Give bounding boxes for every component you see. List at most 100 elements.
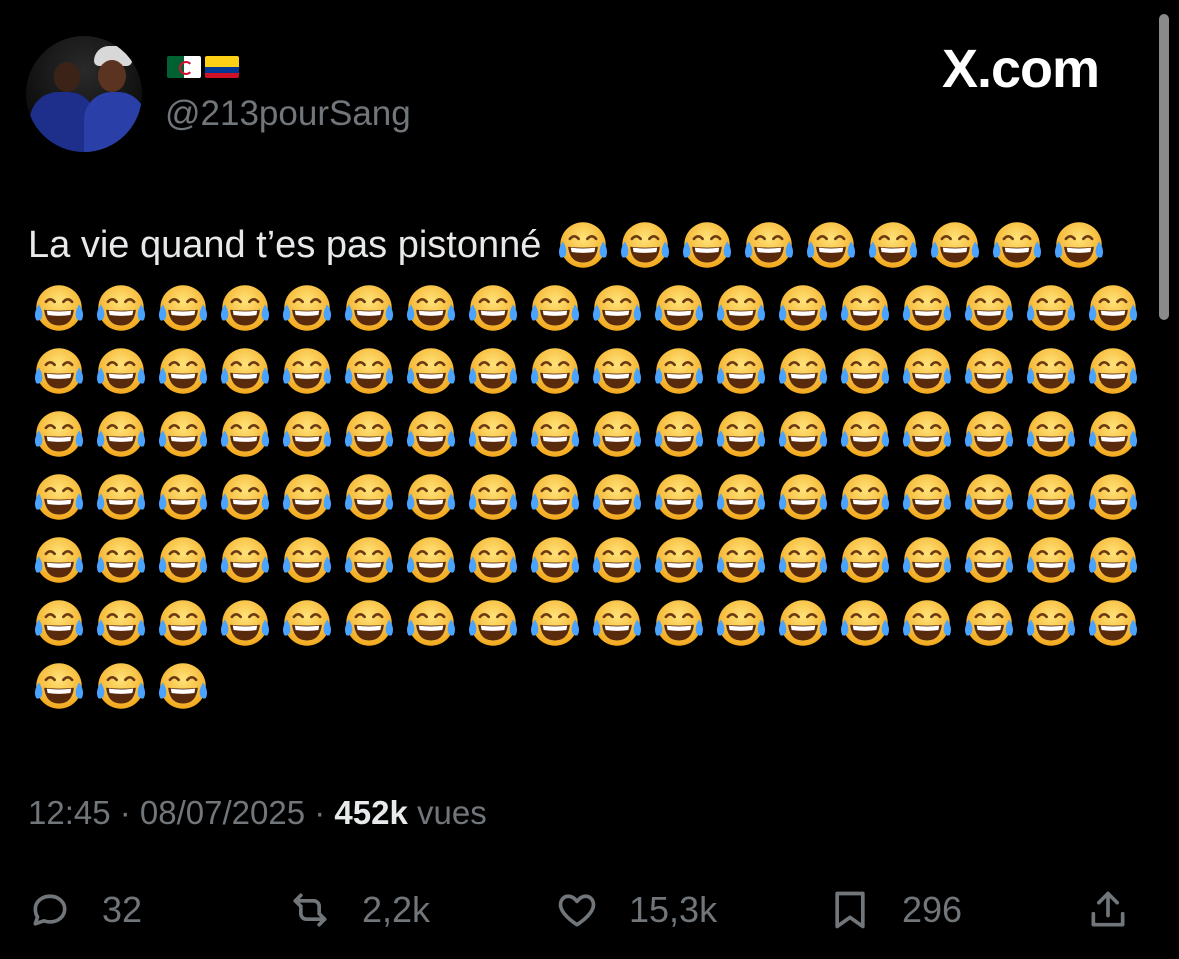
repost-button[interactable]: 2,2k xyxy=(288,880,430,940)
user-handle[interactable]: @213pourSang xyxy=(165,94,411,134)
face-with-tears-of-joy-icon xyxy=(902,600,952,646)
face-with-tears-of-joy-icon xyxy=(654,285,704,331)
reply-icon xyxy=(33,894,67,926)
face-with-tears-of-joy-icon xyxy=(468,411,518,457)
face-with-tears-of-joy-icon xyxy=(34,411,84,457)
face-with-tears-of-joy-icon xyxy=(468,474,518,520)
face-with-tears-of-joy-icon xyxy=(96,474,146,520)
face-with-tears-of-joy-icon xyxy=(158,474,208,520)
face-with-tears-of-joy-icon xyxy=(1054,222,1103,268)
face-with-tears-of-joy-icon xyxy=(220,348,270,394)
face-with-tears-of-joy-icon xyxy=(34,600,84,646)
face-with-tears-of-joy-icon xyxy=(1088,537,1138,583)
face-with-tears-of-joy-icon xyxy=(344,600,394,646)
face-with-tears-of-joy-icon xyxy=(902,285,952,331)
face-with-tears-of-joy-icon xyxy=(592,600,642,646)
face-with-tears-of-joy-icon xyxy=(592,474,642,520)
face-with-tears-of-joy-icon xyxy=(530,285,580,331)
bookmark-button[interactable]: 296 xyxy=(828,880,962,940)
avatar[interactable] xyxy=(26,36,142,152)
algeria-flag-icon xyxy=(167,56,201,78)
face-with-tears-of-joy-icon xyxy=(840,411,890,457)
face-with-tears-of-joy-icon xyxy=(406,537,456,583)
face-with-tears-of-joy-icon xyxy=(964,348,1014,394)
face-with-tears-of-joy-icon xyxy=(34,537,84,583)
bookmark-count: 296 xyxy=(902,889,963,930)
tweet-text: La vie quand t’es pas pistonné xyxy=(28,214,1163,718)
face-with-tears-of-joy-icon xyxy=(282,285,332,331)
face-with-tears-of-joy-icon xyxy=(96,411,146,457)
face-with-tears-of-joy-icon xyxy=(220,474,270,520)
x-logo: X.com xyxy=(942,39,1100,99)
face-with-tears-of-joy-icon xyxy=(96,348,146,394)
face-with-tears-of-joy-icon xyxy=(1026,411,1076,457)
face-with-tears-of-joy-icon xyxy=(220,285,270,331)
face-with-tears-of-joy-icon xyxy=(716,537,766,583)
face-with-tears-of-joy-icon xyxy=(840,474,890,520)
face-with-tears-of-joy-icon xyxy=(344,537,394,583)
face-with-tears-of-joy-icon xyxy=(34,663,84,709)
face-with-tears-of-joy-icon xyxy=(964,600,1014,646)
face-with-tears-of-joy-icon xyxy=(158,285,208,331)
face-with-tears-of-joy-icon xyxy=(1088,348,1138,394)
face-with-tears-of-joy-icon xyxy=(282,537,332,583)
face-with-tears-of-joy-icon xyxy=(744,222,793,268)
share-icon xyxy=(1091,891,1125,927)
face-with-tears-of-joy-icon xyxy=(282,474,332,520)
face-with-tears-of-joy-icon xyxy=(406,411,456,457)
face-with-tears-of-joy-icon xyxy=(682,222,731,268)
face-with-tears-of-joy-icon xyxy=(530,474,580,520)
face-with-tears-of-joy-icon xyxy=(716,285,766,331)
face-with-tears-of-joy-icon xyxy=(282,348,332,394)
reply-button[interactable]: 32 xyxy=(28,880,142,940)
face-with-tears-of-joy-icon xyxy=(96,537,146,583)
face-with-tears-of-joy-icon xyxy=(902,411,952,457)
heart-icon xyxy=(558,894,596,927)
tweet-meta: 12:45 · 08/07/2025 · 452k vues xyxy=(28,794,487,831)
tweet-text-content: La vie quand t’es pas pistonné xyxy=(28,224,542,266)
face-with-tears-of-joy-icon xyxy=(158,663,208,709)
face-with-tears-of-joy-icon xyxy=(344,474,394,520)
face-with-tears-of-joy-icon xyxy=(96,285,146,331)
face-with-tears-of-joy-icon xyxy=(468,348,518,394)
face-with-tears-of-joy-icon xyxy=(1026,474,1076,520)
face-with-tears-of-joy-icon xyxy=(406,285,456,331)
tweet-date[interactable]: 08/07/2025 xyxy=(140,794,305,831)
face-with-tears-of-joy-icon xyxy=(34,285,84,331)
face-with-tears-of-joy-icon xyxy=(530,348,580,394)
share-button[interactable] xyxy=(1086,880,1130,940)
face-with-tears-of-joy-icon xyxy=(468,285,518,331)
views-count: 452k xyxy=(334,794,408,831)
face-with-tears-of-joy-icon xyxy=(1088,285,1138,331)
tweet-time[interactable]: 12:45 xyxy=(28,794,111,831)
action-bar: 32 2,2k 15,3k 296 xyxy=(0,880,1179,940)
face-with-tears-of-joy-icon xyxy=(34,348,84,394)
face-with-tears-of-joy-icon xyxy=(158,411,208,457)
bookmark-icon xyxy=(835,891,865,929)
views-label: vues xyxy=(407,794,487,831)
face-with-tears-of-joy-icon xyxy=(964,537,1014,583)
face-with-tears-of-joy-icon xyxy=(220,600,270,646)
face-with-tears-of-joy-icon xyxy=(716,348,766,394)
display-name[interactable] xyxy=(167,56,239,78)
face-with-tears-of-joy-icon xyxy=(778,348,828,394)
face-with-tears-of-joy-icon xyxy=(778,285,828,331)
face-with-tears-of-joy-icon xyxy=(220,411,270,457)
face-with-tears-of-joy-icon xyxy=(902,348,952,394)
face-with-tears-of-joy-icon xyxy=(840,600,890,646)
face-with-tears-of-joy-icon xyxy=(158,537,208,583)
like-button[interactable]: 15,3k xyxy=(555,880,717,940)
face-with-tears-of-joy-icon xyxy=(282,600,332,646)
face-with-tears-of-joy-icon xyxy=(1026,285,1076,331)
face-with-tears-of-joy-icon xyxy=(220,537,270,583)
face-with-tears-of-joy-icon xyxy=(964,474,1014,520)
face-with-tears-of-joy-icon xyxy=(964,285,1014,331)
face-with-tears-of-joy-icon xyxy=(406,600,456,646)
face-with-tears-of-joy-icon xyxy=(468,600,518,646)
face-with-tears-of-joy-icon xyxy=(654,348,704,394)
face-with-tears-of-joy-icon xyxy=(406,348,456,394)
face-with-tears-of-joy-icon xyxy=(406,474,456,520)
like-count: 15,3k xyxy=(629,889,718,930)
face-with-tears-of-joy-icon xyxy=(1026,537,1076,583)
repost-icon xyxy=(293,893,327,927)
